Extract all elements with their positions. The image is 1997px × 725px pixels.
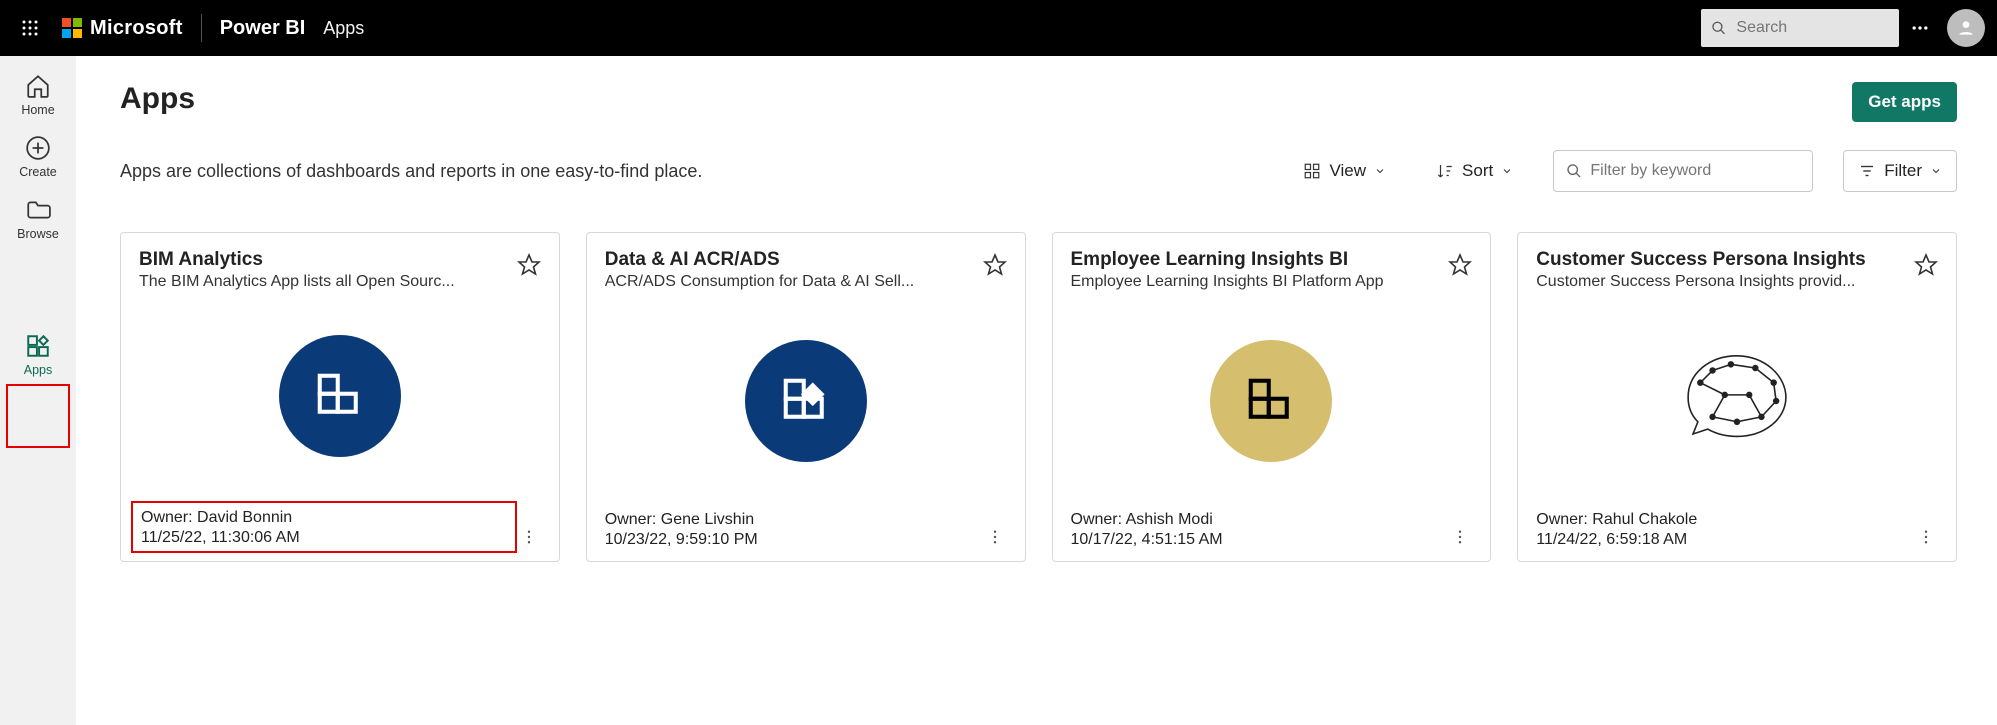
microsoft-logo-icon — [62, 18, 82, 38]
search-icon — [1566, 162, 1582, 180]
filter-button-label: Filter — [1884, 161, 1922, 181]
app-card[interactable]: Employee Learning Insights BI Employee L… — [1052, 232, 1492, 562]
chevron-down-icon — [1501, 165, 1513, 177]
sort-icon — [1436, 162, 1454, 180]
app-card[interactable]: Data & AI ACR/ADS ACR/ADS Consumption fo… — [586, 232, 1026, 562]
grid-icon — [1303, 162, 1321, 180]
card-title: Data & AI ACR/ADS — [605, 249, 977, 271]
page-title: Apps — [120, 82, 195, 116]
brain-circuit-icon — [1662, 346, 1812, 456]
nav-create-label: Create — [19, 165, 57, 179]
brand-text: Microsoft — [90, 17, 183, 40]
card-title: Customer Success Persona Insights — [1536, 249, 1908, 271]
global-search[interactable] — [1701, 9, 1899, 47]
card-more-icon[interactable] — [1448, 525, 1472, 549]
card-more-icon[interactable] — [517, 525, 541, 549]
main-content: Apps Get apps Apps are collections of da… — [76, 56, 1997, 725]
nav-apps-highlight — [6, 384, 70, 448]
more-options-icon[interactable] — [1899, 7, 1941, 49]
search-input[interactable] — [1736, 19, 1889, 37]
nav-home-label: Home — [21, 103, 54, 117]
card-more-icon[interactable] — [1914, 525, 1938, 549]
card-date: 11/24/22, 6:59:18 AM — [1536, 531, 1914, 549]
breadcrumb[interactable]: Apps — [323, 18, 364, 39]
nav-apps-label: Apps — [24, 363, 53, 377]
filter-keyword[interactable] — [1553, 150, 1813, 192]
app-icon — [745, 340, 867, 462]
sort-label: Sort — [1462, 161, 1493, 181]
card-owner: Owner: Ashish Modi — [1071, 511, 1449, 529]
divider — [201, 14, 202, 42]
search-icon — [1711, 19, 1726, 37]
product-name[interactable]: Power BI — [220, 17, 306, 40]
favorite-star-icon[interactable] — [1448, 253, 1472, 277]
chevron-down-icon — [1374, 165, 1386, 177]
left-nav: Home Create Browse Apps — [0, 56, 76, 725]
filter-keyword-input[interactable] — [1590, 162, 1800, 180]
view-dropdown[interactable]: View — [1293, 155, 1396, 187]
page-subtitle: Apps are collections of dashboards and r… — [120, 161, 1263, 182]
get-apps-button[interactable]: Get apps — [1852, 82, 1957, 122]
nav-browse[interactable]: Browse — [5, 188, 71, 250]
chevron-down-icon — [1930, 165, 1942, 177]
card-footer-highlight: Owner: David Bonnin 11/25/22, 11:30:06 A… — [131, 501, 517, 553]
favorite-star-icon[interactable] — [1914, 253, 1938, 277]
card-date: 10/23/22, 9:59:10 PM — [605, 531, 983, 549]
card-date: 11/25/22, 11:30:06 AM — [141, 529, 507, 547]
nav-create[interactable]: Create — [5, 126, 71, 188]
microsoft-logo[interactable]: Microsoft — [62, 17, 183, 40]
app-launcher-icon[interactable] — [12, 10, 48, 46]
favorite-star-icon[interactable] — [983, 253, 1007, 277]
nav-home[interactable]: Home — [5, 64, 71, 126]
card-more-icon[interactable] — [983, 525, 1007, 549]
card-owner: Owner: Rahul Chakole — [1536, 511, 1914, 529]
card-description: The BIM Analytics App lists all Open Sou… — [139, 273, 511, 291]
app-icon — [279, 335, 401, 457]
card-description: Customer Success Persona Insights provid… — [1536, 273, 1908, 291]
filter-icon — [1858, 162, 1876, 180]
app-card[interactable]: Customer Success Persona Insights Custom… — [1517, 232, 1957, 562]
card-title: Employee Learning Insights BI — [1071, 249, 1443, 271]
nav-apps[interactable]: Apps — [5, 324, 71, 386]
user-avatar[interactable] — [1947, 9, 1985, 47]
nav-browse-label: Browse — [17, 227, 59, 241]
top-bar: Microsoft Power BI Apps — [0, 0, 1997, 56]
card-date: 10/17/22, 4:51:15 AM — [1071, 531, 1449, 549]
card-owner: Owner: Gene Livshin — [605, 511, 983, 529]
favorite-star-icon[interactable] — [517, 253, 541, 277]
card-grid: BIM Analytics The BIM Analytics App list… — [120, 232, 1957, 562]
filter-button[interactable]: Filter — [1843, 150, 1957, 192]
card-description: Employee Learning Insights BI Platform A… — [1071, 273, 1443, 291]
card-description: ACR/ADS Consumption for Data & AI Sell..… — [605, 273, 977, 291]
app-icon — [1210, 340, 1332, 462]
card-title: BIM Analytics — [139, 249, 511, 271]
view-label: View — [1329, 161, 1366, 181]
sort-dropdown[interactable]: Sort — [1426, 155, 1523, 187]
app-card[interactable]: BIM Analytics The BIM Analytics App list… — [120, 232, 560, 562]
card-owner: Owner: David Bonnin — [141, 509, 507, 527]
